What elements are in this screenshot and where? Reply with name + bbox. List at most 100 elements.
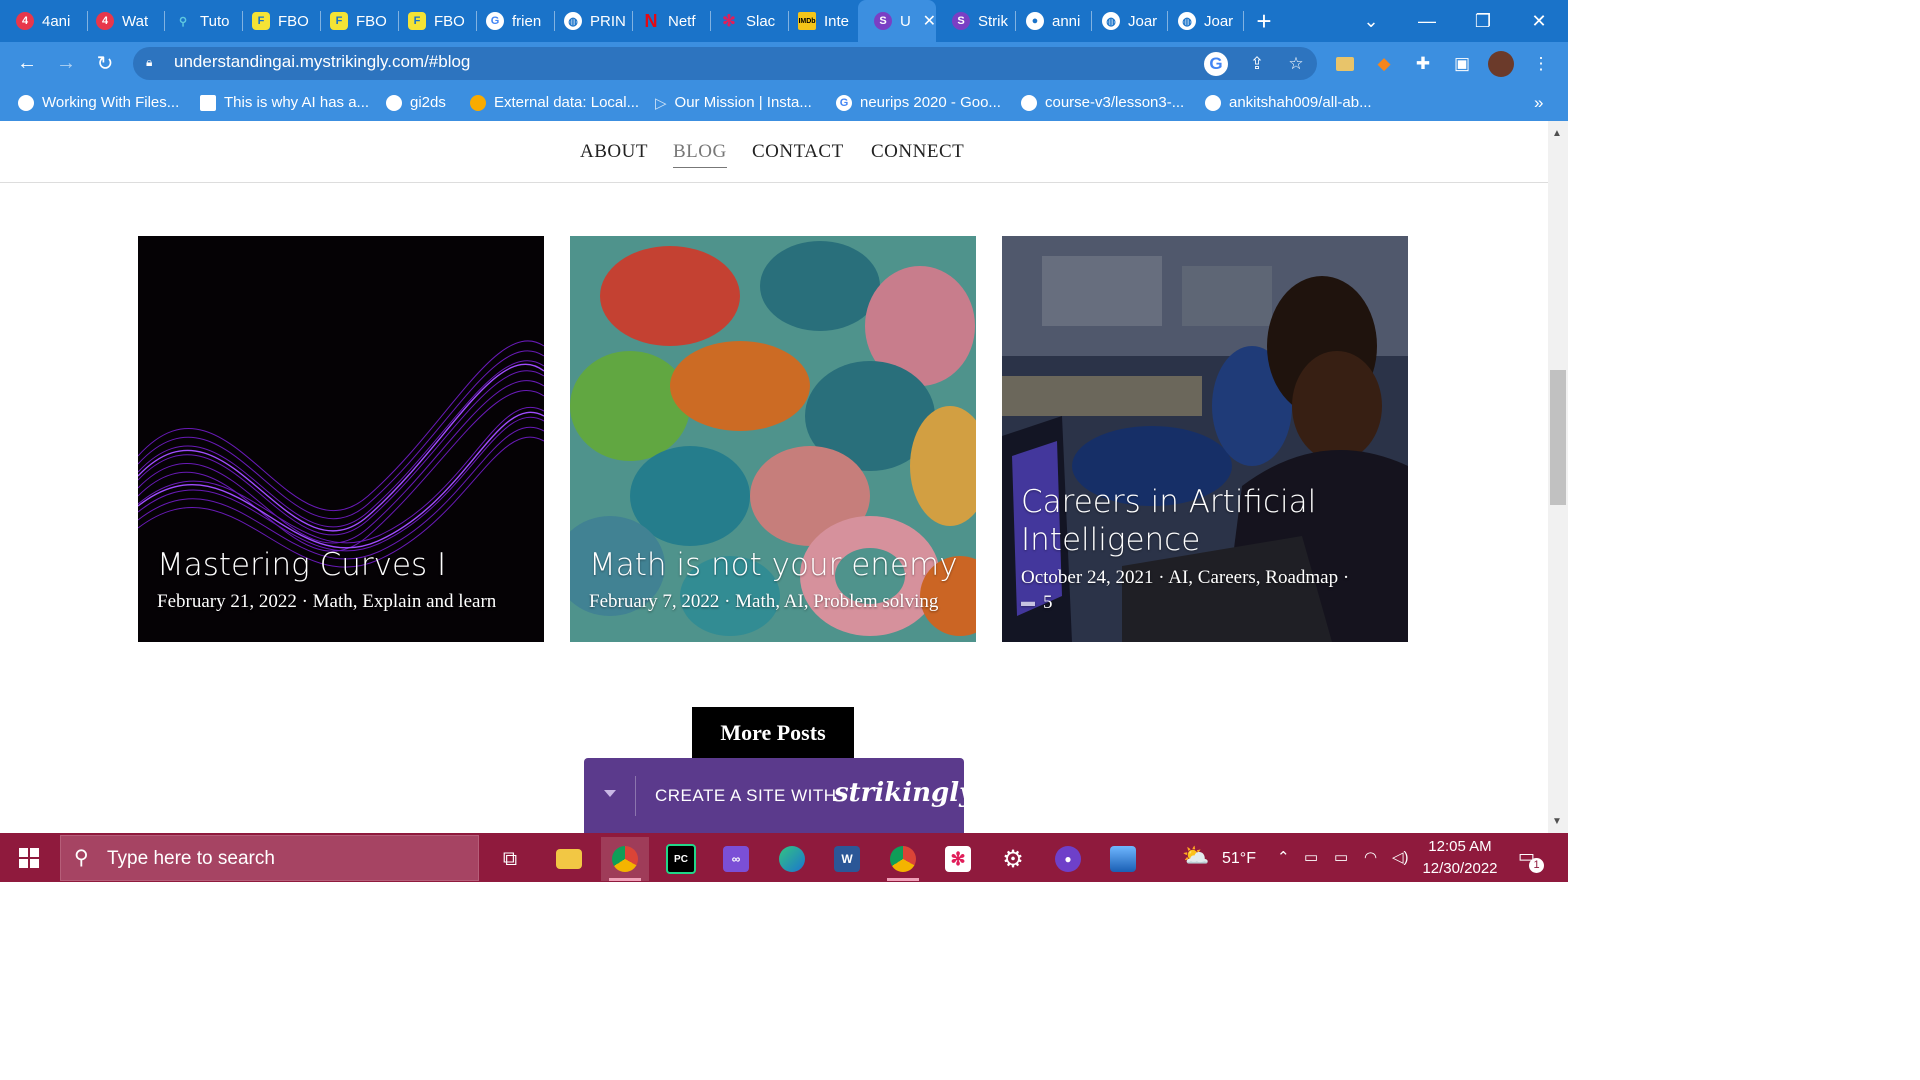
fbo-icon: F: [330, 12, 348, 30]
bookmarks-overflow-icon[interactable]: »: [1534, 84, 1543, 121]
close-tab-icon[interactable]: ✕: [923, 11, 936, 31]
comment-icon: ▬: [1021, 595, 1035, 610]
blog-post-card[interactable]: Mastering Curves I February 21, 2022 · M…: [138, 236, 544, 642]
browser-tab[interactable]: ● anni: [1010, 0, 1092, 42]
word-icon[interactable]: W: [823, 837, 871, 881]
bookmark-item[interactable]: ankitshah009/all-ab...: [1205, 84, 1372, 121]
browser-tab[interactable]: ◍ Joar: [1086, 0, 1168, 42]
post-title[interactable]: Math is not your enemy: [589, 546, 958, 584]
bookmark-item[interactable]: gi2ds: [386, 84, 446, 121]
weather-icon[interactable]: ⛅: [1182, 843, 1209, 869]
profile-avatar[interactable]: [1488, 51, 1514, 77]
notification-badge: 1: [1529, 858, 1544, 873]
browser-tab[interactable]: IMDb Inte: [782, 0, 862, 42]
post-meta: February 21, 2022 · Math, Explain and le…: [157, 591, 497, 612]
new-tab-icon[interactable]: +: [1238, 0, 1290, 42]
bookmark-star-icon[interactable]: ☆: [1282, 50, 1310, 78]
scrollbar-thumb[interactable]: [1550, 370, 1566, 505]
google-icon: G: [836, 94, 852, 111]
blog-post-card[interactable]: Careers in Artificial Intelligence Octob…: [1002, 236, 1408, 642]
browser-tab[interactable]: ✻ Slac: [704, 0, 789, 42]
globe-icon: ◍: [564, 12, 582, 30]
battery-icon[interactable]: ▭: [1334, 848, 1348, 866]
comment-count[interactable]: ▬ 5: [1021, 592, 1053, 614]
nav-blog[interactable]: BLOG: [673, 141, 727, 168]
browser-tab[interactable]: S Strik: [936, 0, 1016, 42]
side-panel-icon[interactable]: ▣: [1448, 50, 1476, 78]
browser-tab-active[interactable]: S U ✕: [858, 0, 936, 42]
play-arrow-icon: ▷: [655, 94, 667, 112]
create-site-banner[interactable]: CREATE A SITE WITH strikingly: [584, 758, 974, 833]
more-posts-button[interactable]: More Posts: [692, 707, 854, 759]
browser-tab[interactable]: ◍ PRIN: [548, 0, 633, 42]
chrome-icon[interactable]: [601, 837, 649, 881]
nav-connect[interactable]: CONNECT: [871, 141, 964, 163]
bookmark-favicon-icon: [200, 94, 216, 111]
bookmark-item[interactable]: This is why AI has a...: [200, 84, 369, 121]
number-4-icon: 4: [96, 12, 114, 30]
minimize-icon[interactable]: —: [1399, 0, 1455, 42]
bookmark-item[interactable]: course-v3/lesson3-...: [1021, 84, 1184, 121]
browser-tab[interactable]: F FBO: [314, 0, 399, 42]
reload-icon[interactable]: ↻: [87, 42, 123, 84]
metamask-icon[interactable]: ◆: [1370, 50, 1398, 78]
browser-tab[interactable]: Gfrien: [470, 0, 555, 42]
google-lens-icon[interactable]: G: [1204, 52, 1228, 76]
bookmark-item[interactable]: Gneurips 2020 - Goo...: [836, 84, 1001, 121]
edge-icon[interactable]: [768, 837, 816, 881]
slack-icon[interactable]: ✻: [934, 837, 982, 881]
post-title-line-1[interactable]: Careers in Artificial: [1021, 483, 1316, 521]
browser-tab[interactable]: ◍ Joar: [1162, 0, 1244, 42]
url-text[interactable]: understandingai.mystrikingly.com/#blog: [174, 52, 470, 72]
task-view-icon[interactable]: ⧉: [486, 837, 534, 881]
windows-start-icon[interactable]: [0, 833, 58, 882]
extension-image-icon[interactable]: [1331, 50, 1359, 78]
post-title[interactable]: Mastering Curves I: [157, 546, 446, 584]
caret-down-icon[interactable]: [604, 790, 616, 797]
browser-tab[interactable]: 4 Wat: [80, 0, 165, 42]
weather-temp[interactable]: 51°F: [1222, 850, 1256, 868]
meet-now-icon[interactable]: ▭: [1304, 848, 1318, 866]
post-title-line-2[interactable]: Intelligence: [1021, 521, 1200, 559]
imdb-icon: IMDb: [798, 12, 816, 30]
wifi-icon[interactable]: ◠: [1364, 848, 1377, 866]
browser-menu-icon[interactable]: ⋮: [1527, 50, 1555, 78]
strikingly-icon: S: [952, 12, 970, 30]
tray-chevron-up-icon[interactable]: ⌃: [1277, 848, 1290, 866]
restore-icon[interactable]: ❐: [1455, 0, 1511, 42]
scroll-up-icon[interactable]: ▲: [1552, 128, 1562, 139]
github-desktop-icon[interactable]: ●: [1044, 837, 1092, 881]
bookmark-item[interactable]: Working With Files...: [18, 84, 179, 121]
forward-icon[interactable]: →: [48, 42, 84, 84]
strikingly-logo: strikingly: [834, 778, 975, 808]
browser-tab[interactable]: ⚲ Tuto: [158, 0, 243, 42]
tab-search-icon[interactable]: ⌄: [1343, 0, 1399, 42]
extensions-puzzle-icon[interactable]: ✚: [1409, 50, 1437, 78]
browser-tab[interactable]: N Netf: [626, 0, 711, 42]
create-site-label: CREATE A SITE WITH: [655, 786, 837, 805]
search-placeholder: Type here to search: [107, 848, 275, 869]
share-icon[interactable]: ⇪: [1243, 50, 1271, 78]
file-explorer-icon[interactable]: [545, 837, 593, 881]
back-icon[interactable]: ←: [9, 42, 45, 84]
browser-tab[interactable]: F FBO: [236, 0, 321, 42]
visual-studio-icon[interactable]: ∞: [712, 837, 760, 881]
bookmark-item[interactable]: External data: Local...: [470, 84, 639, 121]
browser-tab[interactable]: F FBO: [392, 0, 477, 42]
settings-gear-icon[interactable]: ⚙: [989, 837, 1037, 881]
close-window-icon[interactable]: ✕: [1511, 0, 1567, 42]
colab-icon: [470, 94, 486, 111]
bookmark-item[interactable]: ▷ Our Mission | Insta...: [655, 84, 812, 121]
nav-about[interactable]: ABOUT: [580, 141, 648, 163]
clock-time[interactable]: 12:05 AM: [1422, 838, 1498, 855]
blog-post-card[interactable]: Math is not your enemy February 7, 2022 …: [570, 236, 976, 642]
photos-icon[interactable]: [1099, 837, 1147, 881]
nav-contact[interactable]: CONTACT: [752, 141, 844, 163]
clock-date[interactable]: 12/30/2022: [1422, 860, 1498, 877]
chrome-profile-icon[interactable]: [879, 837, 927, 881]
scroll-down-icon[interactable]: ▼: [1552, 816, 1562, 827]
browser-tab[interactable]: 4 4ani: [0, 0, 88, 42]
github-icon: [1021, 94, 1037, 111]
pycharm-icon[interactable]: PC: [657, 837, 705, 881]
volume-icon[interactable]: ◁): [1392, 848, 1409, 866]
